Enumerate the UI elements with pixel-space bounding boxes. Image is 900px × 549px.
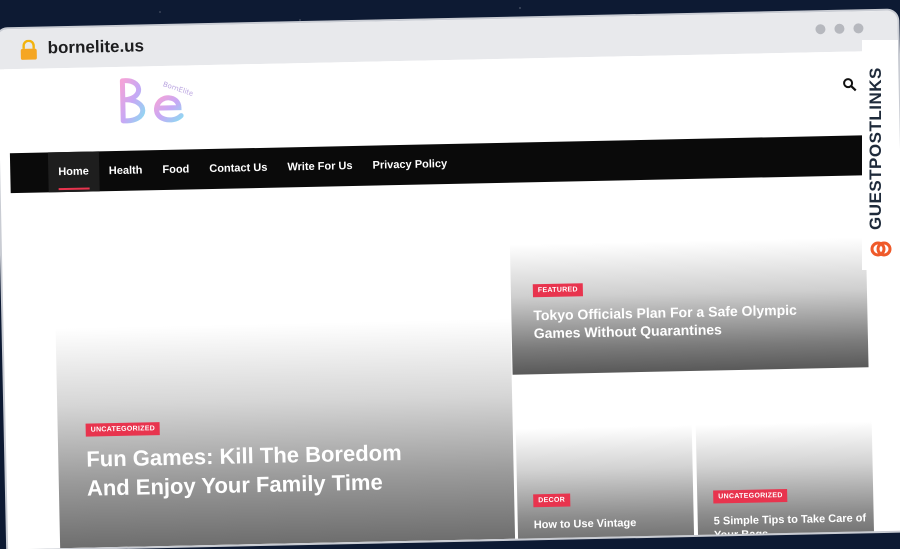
post-title[interactable]: How to Use Vintage	[534, 515, 684, 532]
watermark-text: GUESTPOSTLINKS	[866, 67, 885, 230]
guestpostlinks-watermark: GUESTPOSTLINKS	[862, 40, 898, 270]
post-title[interactable]: Tokyo Officials Plan For a Safe Olympic …	[533, 300, 834, 343]
nav-item-food[interactable]: Food	[152, 149, 200, 190]
nav-item-contact-us[interactable]: Contact Us	[199, 148, 278, 190]
nav-item-home[interactable]: Home	[47, 151, 100, 193]
post-title[interactable]: Fun Games: Kill The Boredom And Enjoy Yo…	[86, 439, 417, 503]
browser-window: bornelite.us BornElite Home Health Food …	[0, 0, 900, 549]
category-badge[interactable]: FEATURED	[532, 283, 583, 298]
web-page: BornElite Home Health Food Contact Us Wr…	[4, 50, 900, 549]
main-post-card[interactable]: UNCATEGORIZED Fun Games: Kill The Boredo…	[55, 318, 516, 549]
post-title[interactable]: 5 Simple Tips to Take Care of Your Bags	[714, 511, 870, 543]
nav-item-write-for-us[interactable]: Write For Us	[277, 146, 363, 188]
category-badge[interactable]: DECOR	[533, 493, 571, 508]
small-post-card[interactable]: DECOR How to Use Vintage	[515, 424, 695, 549]
window-controls	[815, 23, 864, 35]
nav-item-health[interactable]: Health	[98, 150, 152, 191]
category-badge[interactable]: UNCATEGORIZED	[713, 488, 788, 504]
featured-post-card[interactable]: FEATURED Tokyo Officials Plan For a Safe…	[509, 237, 869, 375]
small-post-card[interactable]: UNCATEGORIZED 5 Simple Tips to Take Care…	[695, 421, 875, 545]
main-navigation: Home Health Food Contact Us Write For Us…	[9, 135, 873, 194]
window-dot-icon[interactable]	[815, 24, 826, 35]
window-dot-icon[interactable]	[834, 23, 845, 34]
lock-icon	[20, 39, 37, 60]
window-dot-icon[interactable]	[853, 23, 864, 34]
category-badge[interactable]: UNCATEGORIZED	[85, 422, 161, 437]
search-icon[interactable]	[842, 77, 857, 92]
address-bar-url[interactable]: bornelite.us	[47, 36, 144, 58]
window-frame: bornelite.us BornElite Home Health Food …	[0, 10, 900, 549]
site-logo[interactable]: BornElite	[112, 71, 193, 129]
chain-link-icon	[870, 241, 892, 257]
nav-item-privacy-policy[interactable]: Privacy Policy	[362, 144, 457, 186]
